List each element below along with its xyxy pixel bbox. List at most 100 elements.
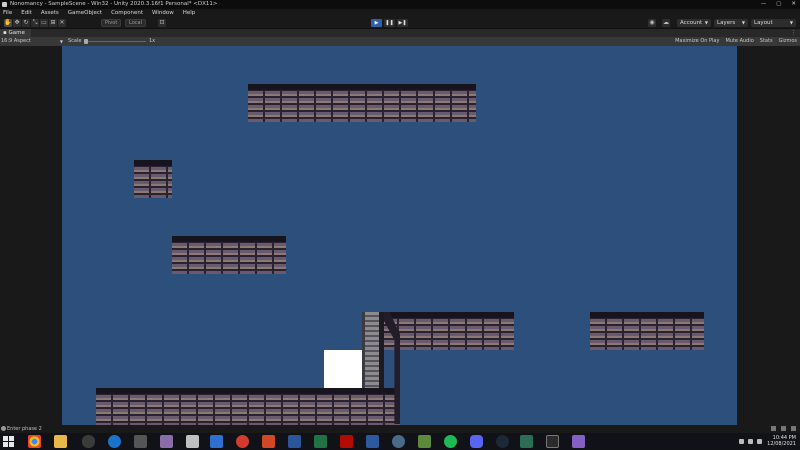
console-message[interactable]: Enter phase 2 — [7, 426, 42, 432]
menu-bar: File Edit Assets GameObject Component Wi… — [0, 9, 800, 17]
excel-icon[interactable] — [314, 435, 327, 448]
build-icon[interactable] — [771, 426, 776, 431]
wifi-icon[interactable] — [748, 439, 753, 444]
scale-slider-handle[interactable] — [84, 39, 88, 44]
brick-block-small — [134, 160, 172, 198]
unity-app-icon — [2, 2, 7, 7]
menu-window[interactable]: Window — [152, 9, 174, 17]
pivot-toggle[interactable]: Pivot — [101, 19, 122, 27]
window-title: Nonomancy - SampleScene - Win32 - Unity … — [10, 1, 218, 7]
status-bar: Enter phase 2 — [0, 425, 800, 433]
menu-file[interactable]: File — [3, 9, 12, 17]
word-icon[interactable] — [288, 435, 301, 448]
stats-toggle[interactable]: Stats — [760, 37, 773, 46]
tab-game-label: Game — [8, 30, 25, 36]
rect-tool-icon[interactable]: ▭ — [40, 19, 48, 27]
layout-dropdown[interactable]: Layout ▼ — [751, 19, 796, 27]
game-viewport[interactable] — [62, 46, 737, 425]
minimize-button[interactable]: — — [761, 0, 767, 9]
layout-label: Layout — [754, 20, 773, 26]
clock-date: 12/08/2021 — [767, 441, 796, 447]
minecraft-icon[interactable] — [418, 435, 431, 448]
menu-gameobject[interactable]: GameObject — [68, 9, 102, 17]
menu-help[interactable]: Help — [183, 9, 196, 17]
player-square — [324, 350, 362, 388]
system-tray — [739, 439, 762, 444]
gizmos-dropdown[interactable]: Gizmos — [779, 37, 797, 46]
rotate-tool-icon[interactable]: ↻ — [22, 19, 30, 27]
pen-icon[interactable] — [134, 435, 147, 448]
layers-dropdown[interactable]: Layers ▼ — [714, 19, 748, 27]
book-icon[interactable] — [366, 435, 379, 448]
menu-component[interactable]: Component — [111, 9, 143, 17]
game-view-options: Maximize On Play Mute Audio Stats Gizmos — [675, 37, 797, 46]
volume-icon[interactable] — [757, 439, 762, 444]
powerpoint-icon[interactable] — [262, 435, 275, 448]
status-icons — [771, 426, 796, 431]
info-icon — [1, 426, 6, 431]
discord-icon[interactable] — [470, 435, 483, 448]
chrome-icon[interactable] — [28, 435, 41, 448]
brick-platform-middle — [172, 236, 286, 274]
close-button[interactable]: ✕ — [791, 0, 796, 9]
windows-start-icon[interactable] — [3, 436, 14, 447]
media-player-icon[interactable] — [236, 435, 249, 448]
main-toolbar: ✋ ✥ ↻ ⤡ ▭ ⊞ ✕ Pivot Local ⊡ ▶ ❚❚ ▶❚ ◉ ☁ … — [0, 17, 800, 29]
chevron-down-icon: ▼ — [789, 20, 793, 25]
stone-pillar — [362, 312, 384, 388]
maximize-on-play-toggle[interactable]: Maximize On Play — [675, 37, 719, 46]
progress-icon[interactable] — [781, 426, 786, 431]
window-controls: — ▢ ✕ — [761, 0, 796, 9]
steam-icon[interactable] — [496, 435, 509, 448]
photos-icon[interactable] — [160, 435, 173, 448]
unity-icon[interactable] — [546, 435, 559, 448]
chevron-up-icon[interactable] — [739, 439, 744, 444]
gear-icon[interactable] — [791, 426, 796, 431]
layers-label: Layers — [717, 20, 736, 26]
terminal-icon[interactable] — [520, 435, 533, 448]
tab-game[interactable]: ▪ Game — [0, 29, 31, 37]
window-title-bar: Nonomancy - SampleScene - Win32 - Unity … — [0, 0, 800, 9]
more-options-icon[interactable]: ⋮ — [791, 29, 797, 37]
menu-assets[interactable]: Assets — [41, 9, 59, 17]
collab-icon[interactable]: ◉ — [648, 19, 656, 27]
game-controller-icon[interactable] — [82, 435, 95, 448]
brick-platform-top — [248, 84, 476, 122]
game-view — [0, 46, 800, 425]
aspect-label: 16:9 Aspect — [1, 38, 31, 44]
acrobat-icon[interactable] — [340, 435, 353, 448]
brick-floor — [96, 388, 400, 425]
brick-platform-right-center — [382, 312, 514, 350]
maximize-button[interactable]: ▢ — [776, 0, 781, 9]
network-icon[interactable] — [108, 435, 121, 448]
settings-icon[interactable] — [392, 435, 405, 448]
scale-slider-track[interactable] — [86, 41, 146, 42]
file-explorer-icon[interactable] — [54, 435, 67, 448]
local-toggle[interactable]: Local — [125, 19, 146, 27]
mute-audio-toggle[interactable]: Mute Audio — [725, 37, 753, 46]
game-view-toolbar: 16:9 Aspect ▼ Scale 1x Maximize On Play M… — [0, 37, 800, 46]
move-tool-icon[interactable]: ✥ — [13, 19, 21, 27]
play-button[interactable]: ▶ — [371, 19, 382, 27]
transform-tool-icon[interactable]: ⊞ — [49, 19, 57, 27]
play-controls: ▶ ❚❚ ▶❚ — [371, 19, 408, 27]
menu-edit[interactable]: Edit — [21, 9, 32, 17]
clock[interactable]: 10:44 PM 12/08/2021 — [767, 434, 796, 449]
paint-icon[interactable] — [186, 435, 199, 448]
scale-tool-icon[interactable]: ⤡ — [31, 19, 39, 27]
spotify-icon[interactable] — [444, 435, 457, 448]
account-dropdown[interactable]: Account ▼ — [677, 19, 711, 27]
custom-tool-icon[interactable]: ✕ — [58, 19, 66, 27]
aspect-dropdown[interactable]: 16:9 Aspect ▼ — [1, 37, 65, 46]
windows-taskbar: 10:44 PM 12/08/2021 — [0, 433, 800, 450]
chevron-down-icon: ▼ — [741, 20, 745, 25]
step-button[interactable]: ▶❚ — [397, 19, 408, 27]
cloud-icon[interactable]: ☁ — [662, 19, 670, 27]
pause-button[interactable]: ❚❚ — [384, 19, 395, 27]
hand-tool-icon[interactable]: ✋ — [4, 19, 12, 27]
game-tab-bar: ▪ Game ⋮ — [0, 29, 800, 37]
grid-snap-icon[interactable]: ⊡ — [158, 19, 166, 27]
media-icon[interactable] — [210, 435, 223, 448]
account-label: Account — [680, 20, 703, 26]
visual-studio-icon[interactable] — [572, 435, 585, 448]
